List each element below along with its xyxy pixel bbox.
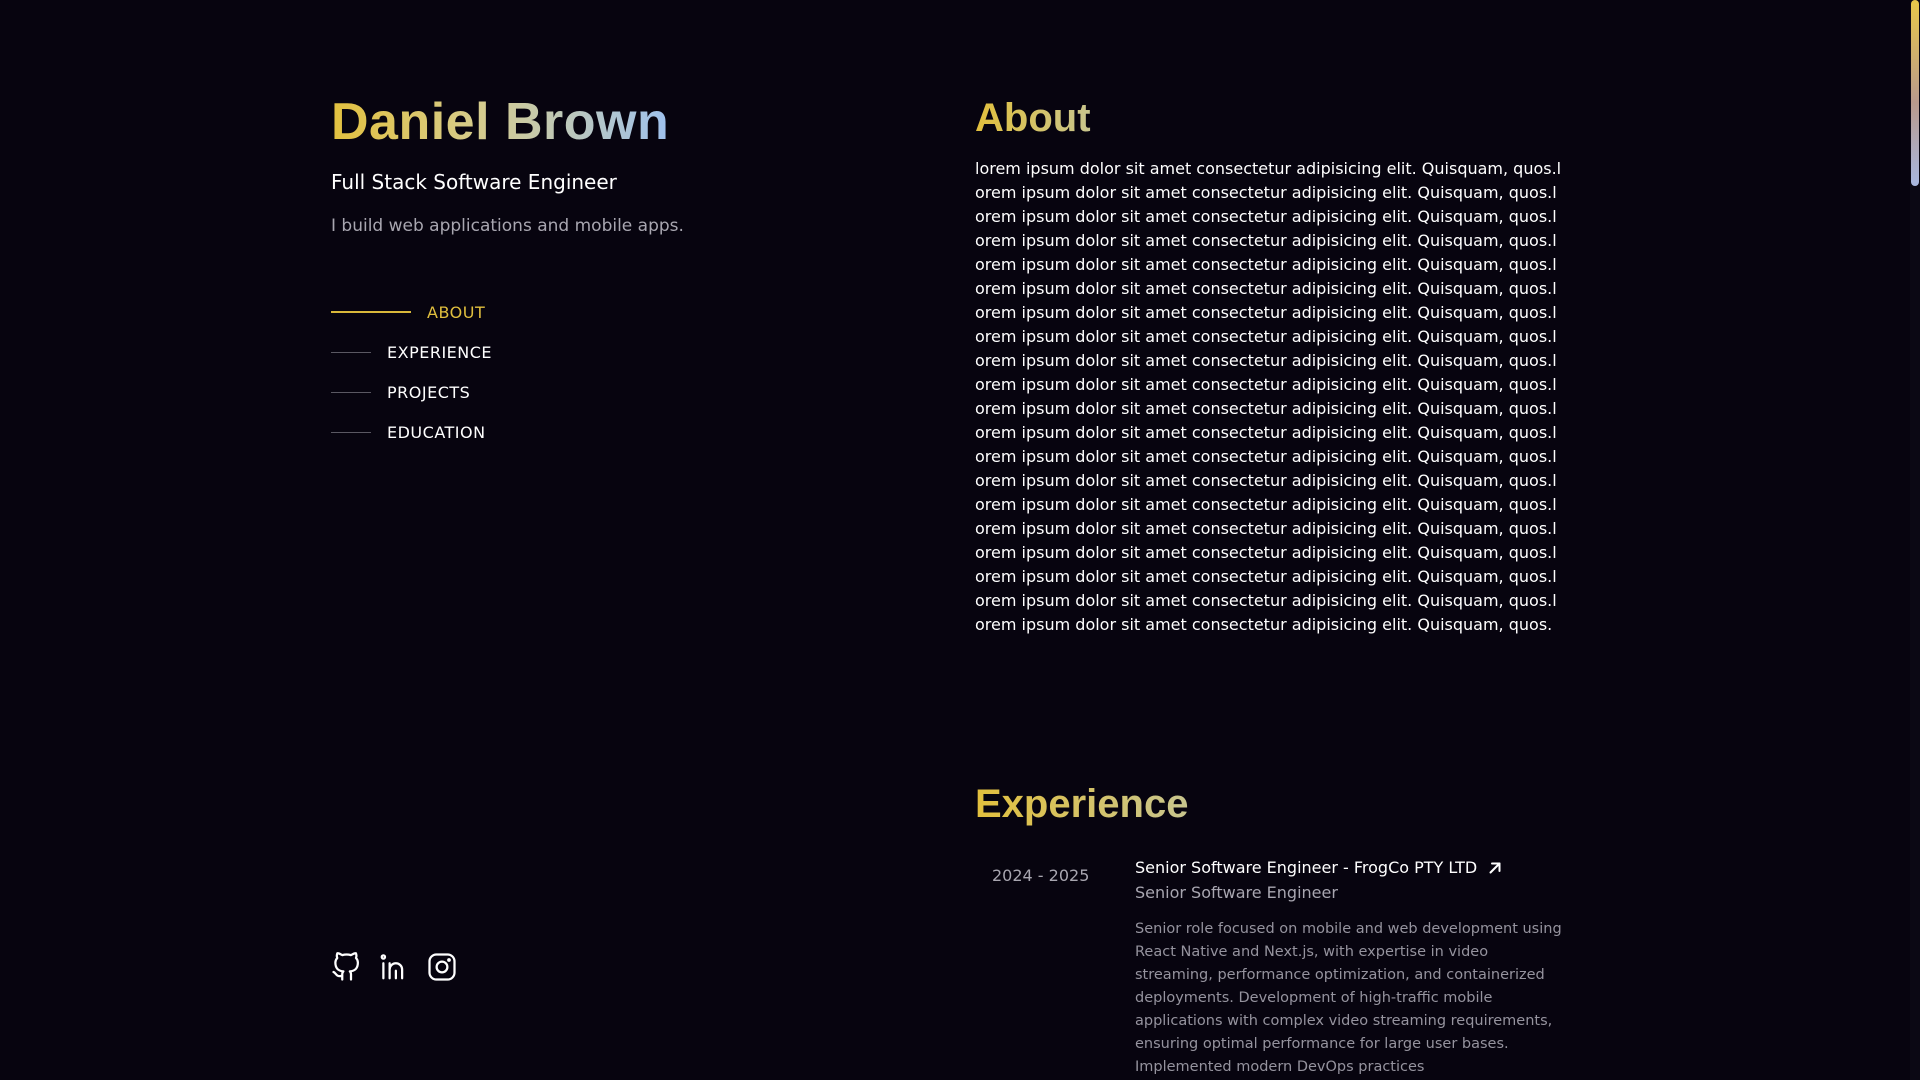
about-text: lorem ipsum dolor sit amet consectetur a… bbox=[975, 159, 1562, 634]
profile-tagline: I build web applications and mobile apps… bbox=[331, 216, 684, 236]
nav-indicator-line bbox=[331, 391, 371, 393]
github-icon bbox=[332, 952, 359, 981]
linkedin-icon bbox=[380, 954, 404, 980]
nav-indicator-line bbox=[331, 431, 371, 433]
experience-body: Senior Software Engineer - FrogCo PTY LT… bbox=[1135, 858, 1565, 1079]
instagram-link[interactable] bbox=[427, 950, 457, 984]
experience-description: Senior role focused on mobile and web de… bbox=[1135, 921, 1562, 1075]
instagram-icon bbox=[428, 953, 456, 981]
nav-item-experience[interactable]: EXPERIENCE bbox=[331, 332, 492, 372]
profile-sidebar: Daniel Brown Full Stack Software Enginee… bbox=[331, 0, 931, 1080]
main-content: About lorem ipsum dolor sit amet consect… bbox=[975, 0, 1565, 1080]
section-nav: ABOUT EXPERIENCE PROJECTS EDUCATION bbox=[331, 292, 492, 452]
nav-item-label: EDUCATION bbox=[387, 422, 486, 442]
page-scrollbar[interactable] bbox=[1910, 0, 1920, 1080]
nav-item-label: ABOUT bbox=[427, 302, 486, 322]
nav-item-projects[interactable]: PROJECTS bbox=[331, 372, 492, 412]
linkedin-link[interactable] bbox=[379, 950, 409, 984]
experience-title: Experience bbox=[975, 782, 1189, 826]
about-title: About bbox=[975, 96, 1091, 140]
nav-item-label: PROJECTS bbox=[387, 382, 471, 402]
experience-item: 2024 - 2025 Senior Software Engineer - F… bbox=[975, 858, 1565, 1079]
experience-heading-link[interactable]: Senior Software Engineer - FrogCo PTY LT… bbox=[1135, 858, 1565, 877]
nav-item-label: EXPERIENCE bbox=[387, 342, 493, 362]
nav-indicator-line bbox=[331, 311, 411, 313]
experience-heading: Senior Software Engineer - FrogCo PTY LT… bbox=[1135, 858, 1478, 877]
nav-item-education[interactable]: EDUCATION bbox=[331, 412, 492, 452]
experience-period: 2024 - 2025 bbox=[992, 866, 1090, 885]
profile-name: Daniel Brown bbox=[331, 93, 670, 151]
arrow-up-right-icon bbox=[1489, 862, 1501, 873]
nav-item-about[interactable]: ABOUT bbox=[331, 292, 492, 332]
experience-subtitle: Senior Software Engineer bbox=[1135, 883, 1338, 902]
github-link[interactable] bbox=[331, 950, 361, 984]
nav-indicator-line bbox=[331, 351, 371, 353]
profile-role: Full Stack Software Engineer bbox=[331, 170, 617, 194]
social-links bbox=[331, 950, 457, 984]
scrollbar-thumb[interactable] bbox=[1911, 0, 1919, 186]
